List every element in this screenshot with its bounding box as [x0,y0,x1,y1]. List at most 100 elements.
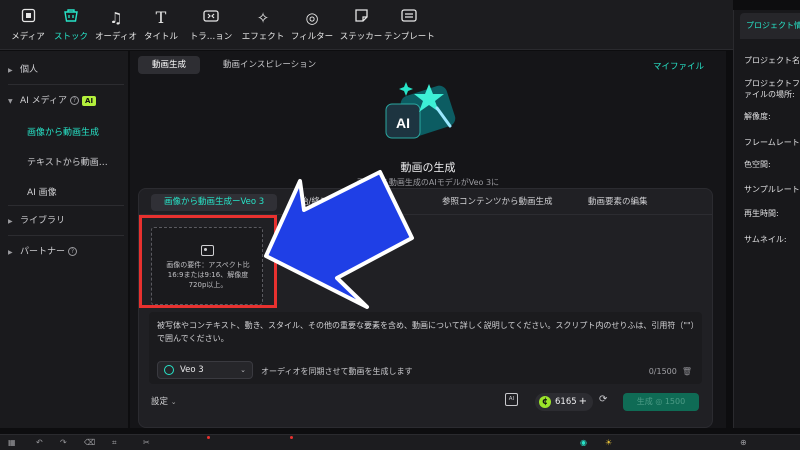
title-icon: T [155,8,167,27]
settings-label: 設定 [151,397,169,407]
credits-badge[interactable]: ¢ 6165 + [535,393,593,411]
credits-count: 6165 [555,397,577,407]
expand-icon: ▶ [8,67,13,74]
refresh-icon[interactable]: ⟳ [599,394,607,405]
expand-icon: ▶ [8,218,13,225]
tab-image-to-video-veo3[interactable]: 画像から動画生成ーVeo 3 [151,194,278,211]
sidebar-item-label: 個人 [20,65,39,75]
sidebar-item-label: ライブラリ [20,216,66,226]
sidebar-item-label: AI メディア [20,96,68,106]
grid-icon[interactable]: ▦ [8,438,16,447]
toolbar-filter-button[interactable]: ◎ フィルター [287,8,337,44]
redo-icon[interactable]: ↷ [60,438,67,447]
sidebar-item-image-to-video[interactable]: 画像から動画生成 [27,125,99,138]
tab-video-generation[interactable]: 動画生成 [138,56,201,74]
music-icon: ♫ [109,9,123,27]
timeline-toolbar: ▦ ↶ ↷ ⌫ ⌗ ✂ ◉ ☀ ⊕ [0,434,800,450]
model-select[interactable]: Veo 3 ⌄ [157,361,253,379]
transition-icon [186,8,236,28]
zoom-icon[interactable]: ⊕ [740,438,747,447]
generate-button[interactable]: 生成 ◎ 1500 [623,393,699,411]
notification-dot [207,436,210,439]
sidebar-item-label: パートナー [20,247,66,257]
left-sidebar: ▶ 個人 ▼ AI メディア? AI 画像から動画生成 テキストから動画… AI 画像… [0,51,128,428]
ai-assist-icon[interactable]: AI [505,393,518,406]
coin-icon: ¢ [539,396,551,408]
char-count: 0/1500 [648,367,677,376]
label-project-name: プロジェクト名 [744,56,800,65]
model-icon [164,365,174,375]
sidebar-item-personal[interactable]: ▶ 個人 [8,59,124,81]
sidebar-item-library[interactable]: ▶ ライブラリ [8,210,124,232]
crop-icon[interactable]: ⌗ [112,438,117,448]
label-duration: 再生時間: [744,209,779,218]
top-toolbar: メディア ストック ♫ オーディオ T タイトル トラ…ョン ✧ エフェクト ◎… [0,0,733,50]
toolbar-label: オーディオ [95,32,137,42]
collapse-icon: ▼ [8,98,13,105]
sidebar-item-ai-image[interactable]: AI 画像 [27,185,57,198]
divider [8,205,124,206]
prompt-placeholder: 被写体やコンテキスト、動き、スタイル、その他の重要な要素を含め、動画について詳し… [157,321,695,343]
hero-subtitle: 画像から動画生成のAIモデルがVeo 3に [356,178,500,187]
sidebar-item-ai-media[interactable]: ▼ AI メディア? AI [8,90,124,112]
undo-icon[interactable]: ↶ [36,438,43,447]
label-resolution: 解像度: [744,112,771,121]
toolbar-title-button[interactable]: T タイトル [136,8,186,44]
render-icon[interactable]: ◉ [580,438,587,447]
sidebar-item-partner[interactable]: ▶ パートナー? [8,241,124,263]
toolbar-audio-button[interactable]: ♫ オーディオ [91,8,141,44]
toolbar-label: ステッカー [339,32,383,42]
label-color-space: 色空間: [744,160,771,169]
filter-icon: ◎ [305,9,319,27]
toolbar-label: フィルター [290,32,334,42]
project-info-panel: プロジェクト情 プロジェクト名 プロジェクトファイルの場所: 解像度: フレーム… [733,10,800,428]
settings-dropdown[interactable]: 設定 ⌄ [151,395,177,407]
tab-start-end-frame[interactable]: 始/終フ…から動画生成 [300,194,388,211]
toolbar-label: テンプレート [384,32,435,42]
toolbar-label: ストック [53,32,88,42]
chevron-down-icon: ⌄ [240,366,246,374]
toolbar-template-button[interactable]: テンプレート [384,8,435,44]
divider [8,235,124,236]
template-icon [384,8,434,28]
expand-icon: ▶ [8,249,13,256]
split-icon[interactable]: ✂ [143,438,150,447]
effects-icon: ✧ [256,9,270,27]
sync-audio-label: オーディオを同期させて動画を生成します [261,367,413,376]
ai-badge: AI [82,96,97,106]
label-frame-rate: フレームレート [744,138,800,147]
sun-icon[interactable]: ☀ [605,438,612,447]
divider [8,84,124,85]
toolbar-label: エフェクト [241,32,285,42]
hero-title: 動画の生成 [400,161,456,174]
sidebar-item-text-to-video[interactable]: テキストから動画… [27,155,108,168]
label-thumbnail: サムネイル: [744,235,787,244]
label-sample-rate: サンプルレート [744,185,800,194]
stock-icon [46,8,96,28]
toolbar-transition-button[interactable]: トラ…ョン [186,8,236,44]
tab-reference-content[interactable]: 参照コンテンツから動画生成 [442,194,553,211]
ai-hero-illustration: AI [384,76,464,150]
chevron-down-icon: ⌄ [170,398,177,406]
toolbar-stock-button[interactable]: ストック [46,8,96,44]
help-icon[interactable]: ? [70,96,80,105]
highlight-box [139,215,277,308]
add-credits-icon[interactable]: + [579,393,587,411]
model-name: Veo 3 [180,365,204,375]
trash-icon[interactable]: 🗑 [682,367,692,376]
label-project-location: プロジェクトファイルの場所: [744,79,800,99]
delete-icon[interactable]: ⌫ [84,438,95,447]
sticker-icon [336,8,386,28]
svg-text:AI: AI [396,115,410,131]
char-counter: 0/1500 🗑 [649,367,692,376]
help-icon[interactable]: ? [68,247,78,256]
toolbar-effects-button[interactable]: ✧ エフェクト [238,8,288,44]
tab-edit-video-elements[interactable]: 動画要素の編集 [588,194,648,211]
tab-project-info[interactable]: プロジェクト情 [740,13,800,39]
toolbar-sticker-button[interactable]: ステッカー [336,8,386,44]
my-files-link[interactable]: マイファイル [653,60,704,72]
tab-video-inspiration[interactable]: 動画インスピレーション [223,56,316,74]
notification-dot [290,436,293,439]
toolbar-label: トラ…ョン [189,32,233,42]
toolbar-label: タイトル [143,32,178,42]
